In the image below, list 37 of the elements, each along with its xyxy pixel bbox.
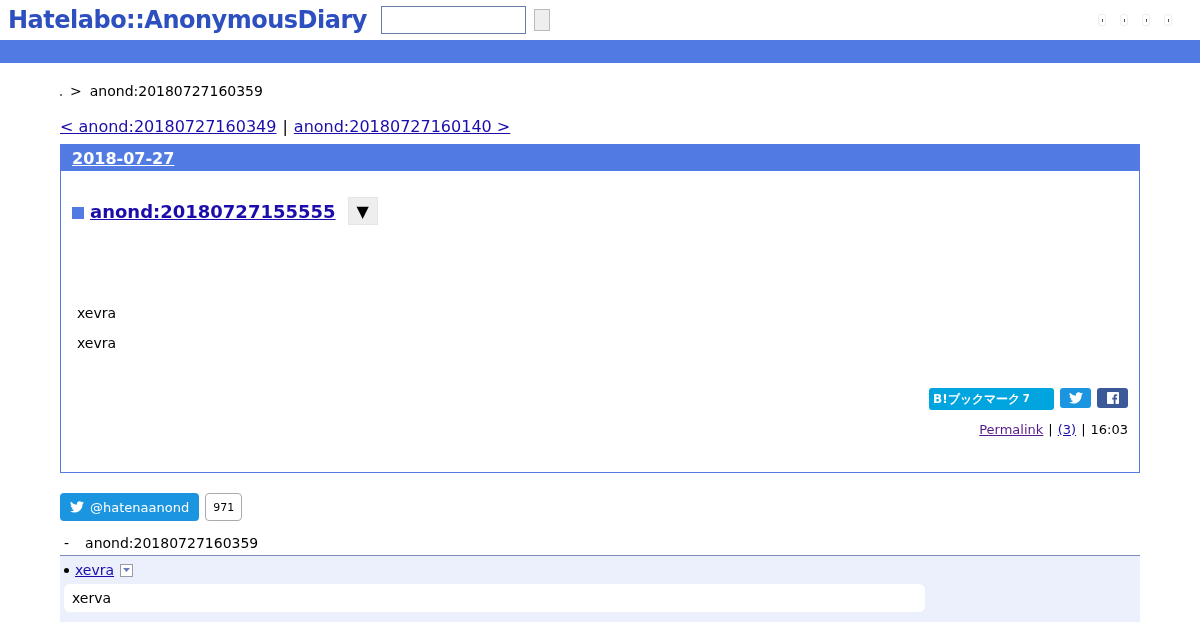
broken-image-icon[interactable] bbox=[1164, 14, 1172, 26]
permalink[interactable]: Permalink bbox=[979, 422, 1044, 437]
breadcrumb-separator: > bbox=[70, 83, 82, 99]
previous-link[interactable]: < anond:20180727160349 bbox=[60, 117, 277, 136]
bookmark-count: 7 bbox=[1022, 392, 1030, 406]
breadcrumb-current: anond:20180727160359 bbox=[89, 83, 263, 99]
bookmark-label: B!ブックマーク bbox=[933, 391, 1020, 407]
square-icon bbox=[72, 207, 84, 219]
facebook-f-icon bbox=[1106, 392, 1119, 404]
next-link[interactable]: anond:20180727160140 > bbox=[293, 117, 511, 136]
entry-time: 16:03 bbox=[1090, 422, 1128, 437]
caret-icon bbox=[123, 568, 131, 572]
entry-paragraph: xevra bbox=[77, 335, 118, 351]
entry-paragraph: xevra bbox=[77, 305, 118, 321]
search-field[interactable] bbox=[380, 6, 526, 34]
date-link[interactable]: 2018-07-27 bbox=[72, 148, 175, 168]
broken-image-icon[interactable] bbox=[1098, 14, 1106, 26]
tweet-button[interactable] bbox=[1060, 388, 1091, 408]
reference-bullet: - bbox=[64, 535, 70, 551]
comments-link[interactable]: (3) bbox=[1057, 422, 1077, 437]
follower-count: 971 bbox=[205, 493, 243, 521]
footer-divider: | bbox=[1048, 422, 1053, 437]
bullet-icon bbox=[64, 567, 69, 573]
entry-title-link[interactable]: anond:20180727155555 bbox=[90, 200, 336, 222]
dropdown-button[interactable] bbox=[120, 563, 134, 577]
user-link[interactable]: xevra bbox=[75, 562, 115, 578]
bird-icon bbox=[70, 501, 84, 513]
entry-menu-button[interactable]: ▼ bbox=[347, 197, 378, 225]
share-button[interactable] bbox=[1097, 388, 1128, 408]
broken-image-icon[interactable] bbox=[1142, 14, 1150, 26]
site-logo[interactable]: Hatelabo::AnonymousDiary bbox=[8, 6, 367, 34]
broken-image-icon[interactable] bbox=[1120, 14, 1128, 26]
bird-icon bbox=[1068, 392, 1083, 404]
reference-title: anond:20180727160359 bbox=[85, 535, 259, 551]
footer-divider: | bbox=[1081, 422, 1086, 437]
pager-divider: | bbox=[282, 117, 288, 136]
comment-text: xerva bbox=[64, 584, 925, 612]
